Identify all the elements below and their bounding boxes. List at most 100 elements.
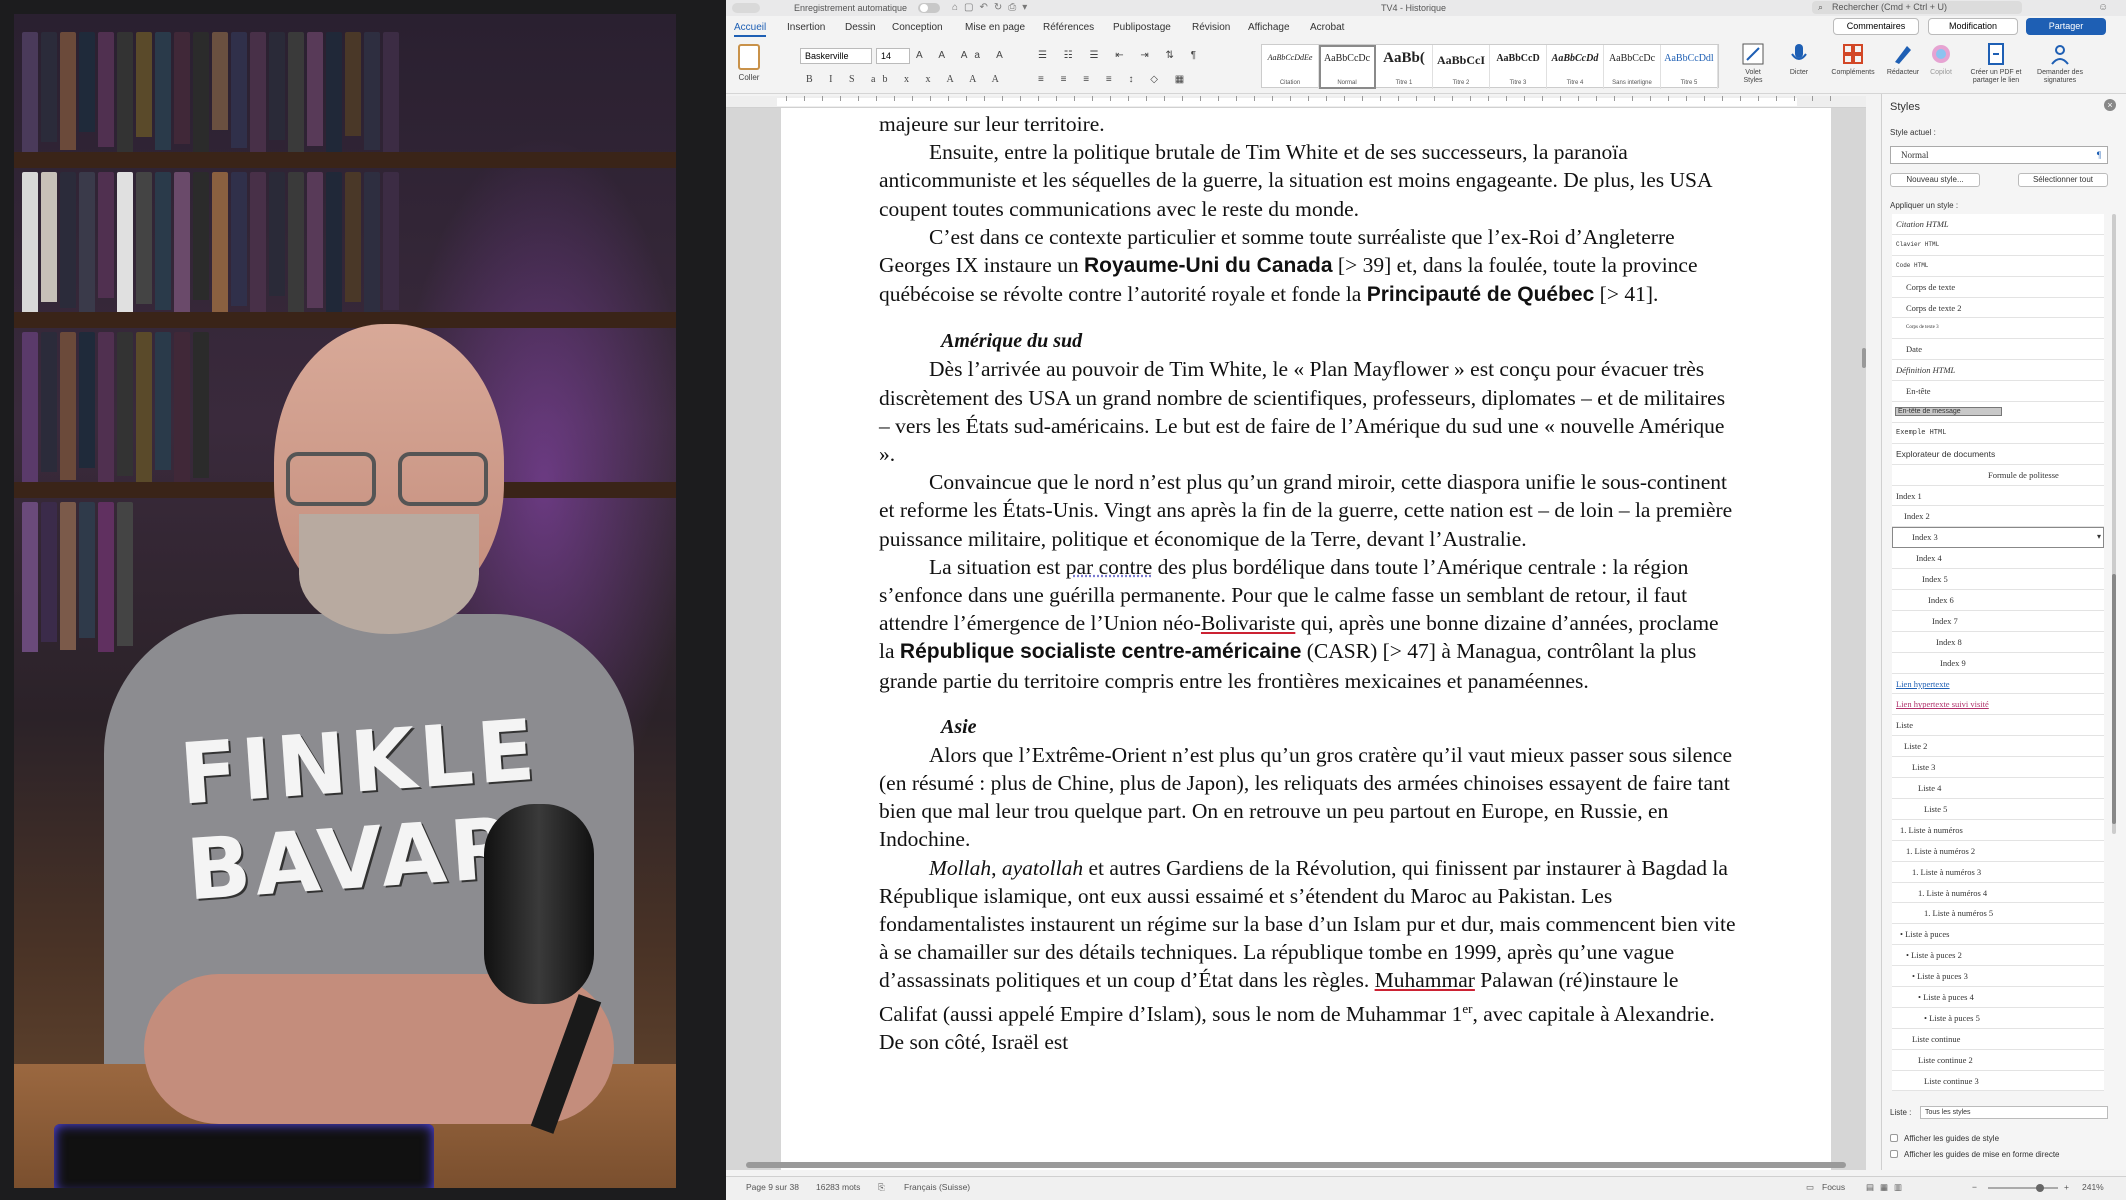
style-list-item[interactable]: Lien hypertexte suivi visité bbox=[1892, 694, 2104, 716]
style-titre-2[interactable]: AaBbCcI Titre 2 bbox=[1433, 45, 1490, 89]
tab-references[interactable]: Références bbox=[1043, 22, 1094, 33]
style-list-item[interactable]: 1. Liste à numéros 4 bbox=[1892, 882, 2104, 904]
style-list-item[interactable]: Code HTML bbox=[1892, 255, 2104, 277]
style-list-item[interactable]: Liste bbox=[1892, 715, 2104, 737]
tab-insertion[interactable]: Insertion bbox=[787, 22, 825, 33]
format-buttons[interactable]: B I S ab x x A A A bbox=[806, 74, 1006, 85]
tab-dessin[interactable]: Dessin bbox=[845, 22, 876, 33]
request-signatures-button[interactable]: Demander des signatures bbox=[2030, 42, 2090, 85]
select-all-button[interactable]: Sélectionner tout bbox=[2018, 173, 2108, 187]
tab-accueil[interactable]: Accueil bbox=[734, 22, 767, 37]
autosave-toggle[interactable] bbox=[918, 3, 940, 13]
style-titre-4[interactable]: AaBbCcDd Titre 4 bbox=[1547, 45, 1604, 89]
style-list-item[interactable]: Formule de politesse bbox=[1892, 464, 2104, 486]
font-size-select[interactable]: 14 bbox=[876, 48, 910, 64]
word-count[interactable]: 16283 mots bbox=[816, 1182, 860, 1192]
paragraph[interactable]: Alors que l’Extrême-Orient n’est plus qu… bbox=[879, 741, 1737, 854]
font-size-controls[interactable]: A A Aa A bbox=[916, 50, 1010, 61]
style-list-item[interactable]: Liste 2 bbox=[1892, 736, 2104, 758]
tab-affichage[interactable]: Affichage bbox=[1248, 22, 1290, 33]
style-list-item[interactable]: Corps de texte bbox=[1892, 276, 2104, 298]
style-gallery[interactable]: AaBbCcDdEe Citation AaBbCcDc Normal AaBb(T… bbox=[1261, 44, 1719, 89]
paragraph[interactable]: majeure sur leur territoire. bbox=[879, 110, 1737, 138]
styles-scroll-thumb[interactable] bbox=[2112, 574, 2116, 824]
share-button[interactable]: Partager bbox=[2026, 18, 2106, 35]
style-list-item[interactable]: 1. Liste à numéros 3 bbox=[1892, 861, 2104, 883]
modification-button[interactable]: Modification bbox=[1928, 18, 2018, 35]
style-list-item[interactable]: Liste continue 2 bbox=[1892, 1049, 2104, 1071]
style-list-item[interactable]: Index 6 bbox=[1892, 590, 2104, 611]
style-list-item[interactable]: Liste continue 3 bbox=[1892, 1070, 2104, 1092]
style-list-item[interactable]: En-tête bbox=[1892, 381, 2104, 403]
style-list-item[interactable]: Clavier HTML bbox=[1892, 234, 2104, 256]
proofing-icon[interactable]: ⎘ bbox=[878, 1182, 885, 1193]
zoom-slider-thumb[interactable] bbox=[2036, 1184, 2044, 1192]
page-count[interactable]: Page 9 sur 38 bbox=[746, 1182, 799, 1192]
focus-mode[interactable]: Focus bbox=[1822, 1182, 1845, 1192]
zoom-out-icon[interactable]: − bbox=[1972, 1182, 1977, 1192]
section-heading[interactable]: Asie bbox=[941, 713, 1737, 741]
style-list-item[interactable]: • Liste à puces 2 bbox=[1892, 945, 2104, 967]
vertical-scroll-thumb[interactable] bbox=[1862, 348, 1866, 368]
section-heading[interactable]: Amérique du sud bbox=[941, 327, 1737, 355]
style-list-item[interactable]: Corps de texte 2 bbox=[1892, 297, 2104, 319]
search-input[interactable]: ⌕ Rechercher (Cmd + Ctrl + U) bbox=[1812, 1, 2022, 14]
style-list[interactable]: Citation HTML Clavier HTML Code HTML Cor… bbox=[1892, 214, 2104, 1096]
style-list-item[interactable]: Index 7 bbox=[1892, 610, 2104, 632]
style-list-item[interactable]: Exemple HTML bbox=[1892, 422, 2104, 444]
style-list-item[interactable]: Liste 5 bbox=[1892, 798, 2104, 820]
style-list-item[interactable]: Index 5 bbox=[1892, 569, 2104, 591]
style-citation[interactable]: AaBbCcDdEe Citation bbox=[1262, 45, 1319, 89]
direct-format-guides-checkbox[interactable]: Afficher les guides de mise en forme dir… bbox=[1890, 1150, 2059, 1159]
current-style-field[interactable]: Normal ¶ bbox=[1890, 146, 2108, 164]
addins-button[interactable]: Compléments bbox=[1828, 42, 1878, 77]
style-list-item[interactable]: • Liste à puces 4 bbox=[1892, 986, 2104, 1008]
alignment-buttons[interactable]: ≡ ≡ ≡ ≡ ↕ ◇ ▦ bbox=[1038, 74, 1191, 85]
ruler[interactable] bbox=[726, 96, 1866, 108]
spelling-flag[interactable]: Muhammar bbox=[1375, 968, 1475, 992]
document-page[interactable]: majeure sur leur territoire. Ensuite, en… bbox=[781, 108, 1831, 1170]
style-titre-5[interactable]: AaBbCcDdl Titre 5 bbox=[1661, 45, 1718, 89]
comments-button[interactable]: Commentaires bbox=[1833, 18, 1919, 35]
document-body[interactable]: majeure sur leur territoire. Ensuite, en… bbox=[879, 110, 1737, 1056]
style-list-item[interactable]: Index 2 bbox=[1892, 506, 2104, 528]
style-list-item[interactable]: Index 4 bbox=[1892, 548, 2104, 570]
window-controls[interactable] bbox=[732, 3, 760, 13]
horizontal-scrollbar[interactable] bbox=[746, 1162, 1846, 1168]
style-guides-checkbox[interactable]: Afficher les guides de style bbox=[1890, 1134, 1999, 1143]
account-icon[interactable]: ☺ bbox=[2098, 2, 2108, 13]
tab-mise-en-page[interactable]: Mise en page bbox=[965, 22, 1025, 33]
style-normal[interactable]: AaBbCcDc Normal bbox=[1319, 45, 1376, 89]
paragraph[interactable]: La situation est par contre des plus bor… bbox=[879, 553, 1737, 695]
focus-icon[interactable]: ▭ bbox=[1806, 1182, 1814, 1193]
paragraph[interactable]: Ensuite, entre la politique brutale de T… bbox=[879, 138, 1737, 223]
style-list-item[interactable]: Index 8 bbox=[1892, 631, 2104, 653]
style-list-item[interactable]: • Liste à puces bbox=[1892, 924, 2104, 946]
style-list-item[interactable]: • Liste à puces 3 bbox=[1892, 966, 2104, 987]
new-style-button[interactable]: Nouveau style... bbox=[1890, 173, 1980, 187]
style-list-item[interactable]: Lien hypertexte bbox=[1892, 673, 2104, 695]
list-buttons[interactable]: ☰ ☷ ☰ ⇤ ⇥ ⇅ ¶ bbox=[1038, 50, 1203, 61]
copilot-button[interactable]: Copilot bbox=[1924, 42, 1958, 77]
style-titre-3[interactable]: AaBbCcD Titre 3 bbox=[1490, 45, 1547, 89]
language[interactable]: Français (Suisse) bbox=[904, 1182, 970, 1192]
style-list-item[interactable]: • Liste à puces 5 bbox=[1892, 1007, 2104, 1029]
zoom-slider[interactable] bbox=[1988, 1184, 2058, 1192]
style-list-item[interactable]: Index 3 ▾ bbox=[1892, 527, 2104, 549]
style-list-item[interactable]: Liste 3 bbox=[1892, 757, 2104, 779]
style-list-item[interactable]: Index 9 bbox=[1892, 652, 2104, 674]
paragraph[interactable]: Dès l’arrivée au pouvoir de Tim White, l… bbox=[879, 355, 1737, 468]
create-pdf-button[interactable]: Créer un PDF et partager le lien bbox=[1966, 42, 2026, 85]
document-canvas[interactable]: majeure sur leur territoire. Ensuite, en… bbox=[726, 108, 1866, 1170]
style-titre-1[interactable]: AaBb(Titre 1 bbox=[1376, 45, 1433, 89]
style-list-item[interactable]: 1. Liste à numéros bbox=[1892, 819, 2104, 841]
style-list-item[interactable]: Date bbox=[1892, 339, 2104, 361]
quick-access-icons[interactable]: ⌂▢↶↻⎙▾ bbox=[952, 2, 1033, 13]
grammar-flag[interactable]: par contre bbox=[1066, 555, 1153, 579]
style-list-item[interactable]: Explorateur de documents bbox=[1892, 443, 2104, 465]
tab-acrobat[interactable]: Acrobat bbox=[1310, 22, 1344, 33]
paragraph[interactable]: Convaincue que le nord n’est plus qu’un … bbox=[879, 468, 1737, 553]
paragraph[interactable]: Mollah, ayatollah et autres Gardiens de … bbox=[879, 854, 1737, 1057]
paste-button[interactable]: Coller bbox=[734, 44, 764, 82]
tab-conception[interactable]: Conception bbox=[892, 22, 943, 33]
